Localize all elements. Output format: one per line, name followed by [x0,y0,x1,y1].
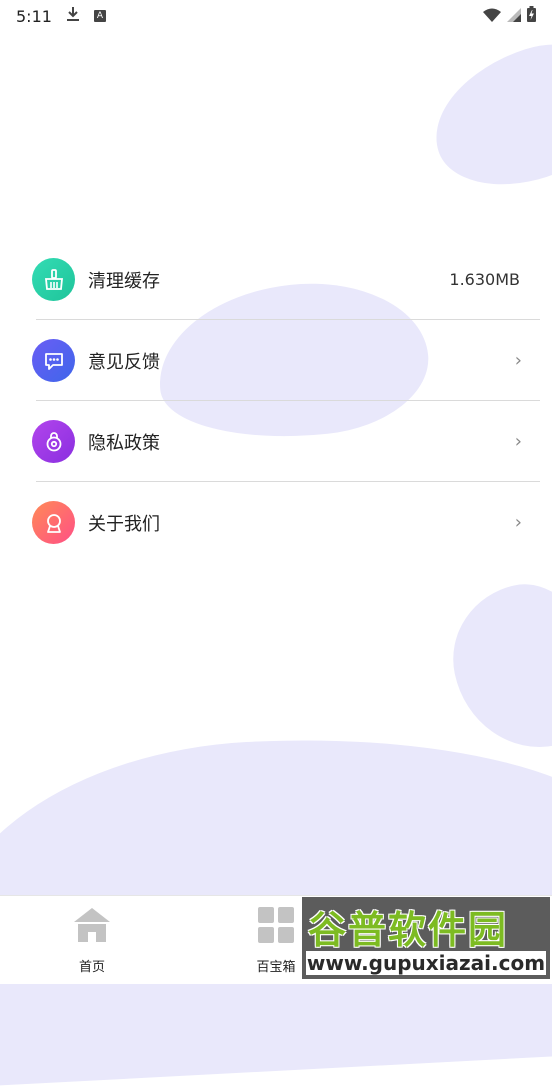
grid-icon [257,906,295,948]
tab-home[interactable]: 首页 [47,896,137,984]
menu-item-clear-cache[interactable]: 清理缓存 1.630MB [0,239,552,320]
menu-item-label: 关于我们 [88,513,160,535]
battery-icon [527,6,536,26]
chevron-right-icon: › [514,350,522,371]
background-blob-right [439,572,552,763]
badge-icon [32,501,75,544]
menu-item-label: 意见反馈 [88,351,160,373]
a-badge-icon: A [93,10,106,22]
home-icon [72,906,112,948]
menu-item-label: 隐私政策 [88,432,160,454]
wifi-icon [483,7,501,26]
menu-item-feedback[interactable]: 意见反馈 › [0,320,552,401]
status-bar: 5:11 A [0,0,552,32]
tab-label: 首页 [78,960,105,975]
chevron-right-icon: › [514,431,522,452]
cache-size-value: 1.630MB [449,270,520,289]
broom-icon [32,258,75,301]
chat-bubble-icon [32,339,75,382]
settings-menu: 清理缓存 1.630MB 意见反馈 › 隐私政策 › 关于我们 › [0,239,552,563]
tab-label: 百宝箱 [256,960,296,975]
chevron-right-icon: › [514,512,522,533]
watermark-url: www.gupuxiazai.com [306,951,546,975]
watermark-title: 谷普软件园 [308,908,509,952]
signal-icon [507,7,521,26]
lock-icon [32,420,75,463]
status-time: 5:11 [16,6,52,26]
background-blob-top [416,25,552,207]
watermark-logo: 谷普软件园 www.gupuxiazai.com [302,897,550,979]
menu-item-label: 清理缓存 [88,270,160,292]
menu-item-about-us[interactable]: 关于我们 › [0,482,552,563]
download-icon [66,6,80,26]
menu-item-privacy-policy[interactable]: 隐私政策 › [0,401,552,482]
